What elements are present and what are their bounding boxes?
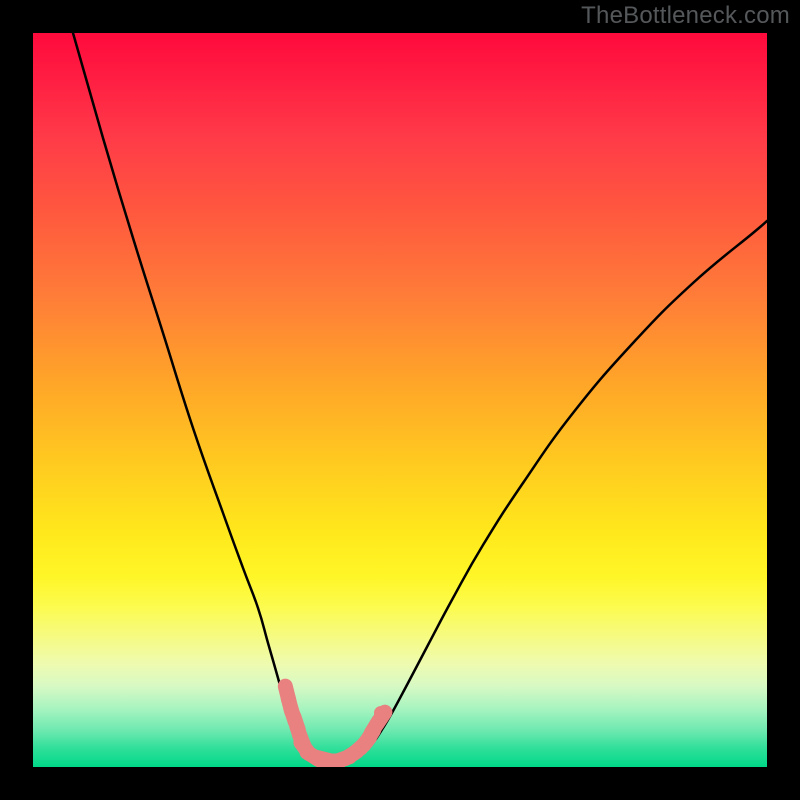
plot-area [33,33,767,767]
bottleneck-curve [73,33,767,762]
chart-frame: TheBottleneck.com [0,0,800,800]
trough-marker [374,706,388,720]
trough-markers [285,686,388,761]
watermark-text: TheBottleneck.com [581,2,790,30]
curve-layer [33,33,767,767]
